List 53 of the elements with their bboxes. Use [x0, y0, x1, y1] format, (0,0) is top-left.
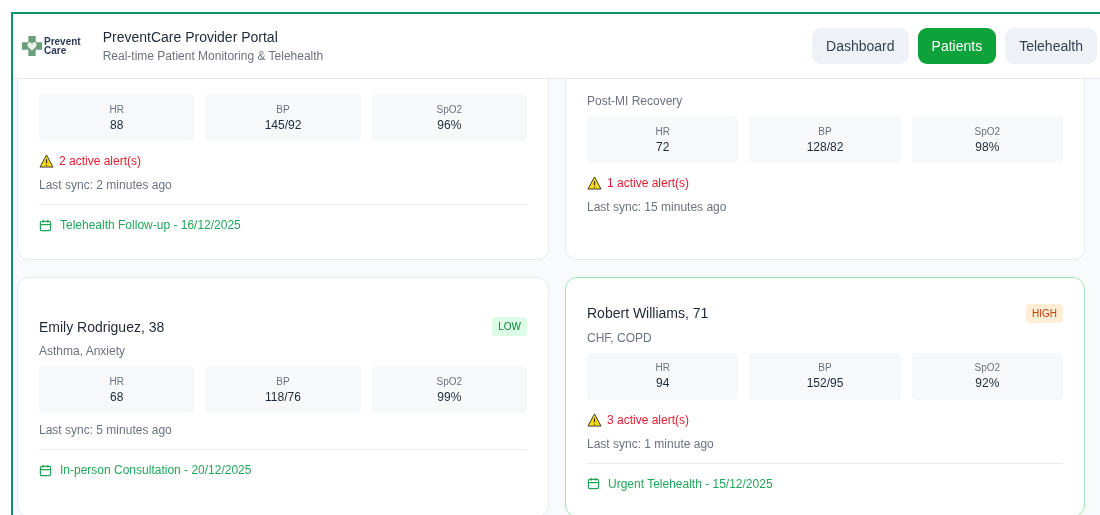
alert-count: 2 active alert(s) [59, 154, 142, 168]
patient-name: Emily Rodriguez, 38 [39, 318, 165, 335]
vital-label: HR [655, 362, 670, 373]
vital-label: BP [276, 103, 290, 115]
last-sync: Last sync: 2 minutes ago [39, 178, 173, 192]
patient-conditions: Asthma, Anxiety [39, 344, 127, 358]
vital-label: SpO2 [974, 125, 1001, 137]
vital-label: SpO2 [974, 362, 1001, 373]
last-sync: Last sync: 5 minutes ago [39, 423, 173, 437]
vital-value: 152/95 [806, 376, 844, 390]
nav-tab[interactable]: Telehealth [1005, 28, 1097, 64]
vital-value: 92% [975, 376, 1000, 390]
alert-count: 3 active alert(s) [607, 412, 690, 427]
calendar-icon [39, 218, 52, 232]
patient-conditions: Post-MI Recovery [587, 94, 684, 108]
vital-value: 88 [110, 117, 124, 132]
risk-label: HIGH [1026, 303, 1063, 323]
vital-label: HR [655, 125, 670, 137]
vital-value: 145/92 [264, 117, 302, 132]
vital-value: 98% [975, 139, 1000, 154]
warning-icon [39, 154, 54, 168]
vital-value: 68 [110, 389, 124, 404]
portal-subtitle: Real-time Patient Monitoring & Telehealth [102, 49, 324, 63]
logo: Prevent Care [21, 35, 81, 57]
nav-tab[interactable]: Dashboard [812, 28, 909, 64]
vital-label: BP [276, 375, 290, 387]
last-sync: Last sync: 1 minute ago [587, 436, 715, 451]
warning-icon [587, 176, 602, 190]
portal-title: PreventCare Provider Portal [102, 29, 279, 45]
vital-label: HR [109, 375, 124, 387]
vital-value: 72 [656, 139, 670, 154]
vital-label: SpO2 [436, 375, 463, 387]
appointment-link[interactable]: Telehealth Follow-up - 16/12/2025 [60, 218, 241, 232]
appointment-link[interactable]: Urgent Telehealth - 15/12/2025 [608, 476, 773, 491]
vital-value: 99% [437, 389, 462, 404]
calendar-icon [587, 477, 600, 490]
vital-label: BP [818, 362, 832, 373]
vital-value: 118/76 [265, 389, 301, 404]
vital-value: 94 [656, 376, 670, 390]
risk-label: LOW [492, 317, 527, 336]
last-sync: Last sync: 15 minutes ago [587, 200, 728, 214]
vital-value: 96% [437, 117, 462, 132]
alert-count: 1 active alert(s) [607, 176, 690, 190]
nav-tab[interactable]: Patients [917, 28, 997, 64]
vital-label: SpO2 [436, 103, 463, 115]
vital-value: 128/82 [806, 139, 844, 154]
appointment-link[interactable]: In-person Consultation - 20/12/2025 [60, 463, 252, 477]
patient-conditions: CHF, COPD [587, 330, 653, 345]
calendar-icon [39, 463, 52, 477]
vital-label: BP [818, 125, 832, 137]
warning-icon [587, 412, 602, 427]
vital-label: HR [109, 103, 124, 115]
patient-name: Robert Williams, 71 [587, 305, 709, 321]
